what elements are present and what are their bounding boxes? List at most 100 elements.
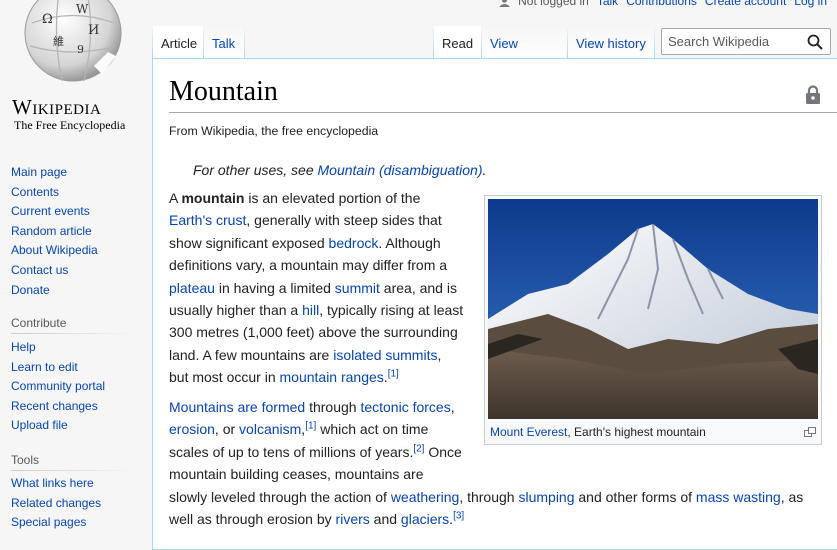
- link-isolated-summits[interactable]: isolated summits: [333, 347, 437, 363]
- contributions-link[interactable]: Contributions: [626, 0, 697, 8]
- sidebar-item-contact-us[interactable]: Contact us: [11, 263, 68, 277]
- create-account-link[interactable]: Create account: [705, 0, 786, 8]
- text: , as: [780, 488, 804, 505]
- link-weathering[interactable]: weathering: [391, 489, 460, 505]
- link-summit[interactable]: summit: [335, 280, 380, 296]
- svg-text:9: 9: [77, 43, 84, 56]
- sidebar-item-special-pages[interactable]: Special pages: [11, 515, 86, 529]
- tab-view-source[interactable]: View source: [482, 26, 567, 87]
- image-caption: Mount Everest, Earth's highest mountain: [490, 425, 706, 439]
- link-mountain-formation[interactable]: Mountains are formed: [169, 399, 305, 415]
- sidebar-item-help[interactable]: Help: [11, 340, 36, 354]
- link-hill[interactable]: hill: [302, 302, 319, 318]
- tab-view-history-label: View history: [576, 36, 646, 51]
- text: scales of up to tens of millions of year…: [169, 443, 414, 460]
- tab-read-label: Read: [442, 36, 474, 51]
- text: , through: [459, 488, 519, 505]
- link-slumping[interactable]: slumping: [518, 489, 574, 505]
- wikipedia-globe-icon: Ω W И 維 9: [24, 0, 122, 82]
- text: mountain building ceases, mountains are: [169, 466, 424, 483]
- mount-everest-image[interactable]: [488, 199, 818, 419]
- svg-text:維: 維: [53, 35, 64, 48]
- sidebar-item-what-links-here[interactable]: What links here: [11, 476, 94, 490]
- text: , typically rising at least: [319, 302, 464, 319]
- hatnote-link-disambiguation[interactable]: Mountain (disambiguation): [318, 162, 483, 178]
- sidebar-item-community-portal[interactable]: Community portal: [11, 379, 105, 393]
- citation-ref-2[interactable]: [2]: [413, 443, 424, 454]
- tab-article[interactable]: Article: [153, 26, 203, 58]
- tab-separator: [654, 26, 655, 58]
- text: but most occur in: [169, 369, 280, 386]
- sidebar-item-current-events[interactable]: Current events: [11, 204, 90, 218]
- svg-text:Ω: Ω: [42, 12, 53, 27]
- link-plateau[interactable]: plateau: [169, 280, 215, 296]
- citation-ref-1[interactable]: [1]: [388, 369, 399, 380]
- tab-article-label: Article: [161, 36, 198, 51]
- text: and other forms of: [574, 488, 696, 505]
- log-in-link[interactable]: Log in: [794, 0, 827, 8]
- hatnote-suffix: .: [482, 162, 487, 178]
- sidebar-item-upload-file[interactable]: Upload file: [11, 418, 68, 432]
- tab-read[interactable]: Read: [434, 26, 481, 58]
- wikipedia-tagline: The Free Encyclopedia: [14, 118, 126, 132]
- text: , generally with steep sides that: [246, 212, 442, 229]
- link-tectonic-forces[interactable]: tectonic forces: [360, 399, 450, 415]
- text: and: [369, 511, 401, 528]
- link-volcanism[interactable]: volcanism: [239, 421, 301, 437]
- link-bedrock[interactable]: bedrock: [329, 235, 379, 251]
- sidebar-item-random-article[interactable]: Random article: [11, 224, 92, 238]
- search-box: [661, 28, 831, 55]
- link-mountain-ranges[interactable]: mountain ranges: [280, 369, 384, 385]
- text: A: [169, 190, 182, 206]
- svg-text:W: W: [76, 2, 89, 16]
- sidebar-item-recent-changes[interactable]: Recent changes: [11, 399, 98, 413]
- link-erosion[interactable]: erosion: [169, 421, 215, 437]
- text: land. A few mountains are: [169, 346, 334, 363]
- site-subtitle: From Wikipedia, the free encyclopedia: [169, 124, 379, 138]
- lock-icon[interactable]: [805, 85, 821, 105]
- caption-text: , Earth's highest mountain: [567, 425, 706, 439]
- tab-view-history[interactable]: View history: [568, 26, 654, 58]
- sidebar-item-related-changes[interactable]: Related changes: [11, 496, 101, 510]
- link-glaciers[interactable]: glaciers: [401, 511, 449, 527]
- text: is an elevated portion of the: [244, 190, 421, 206]
- sidebar-tools: What links here Related changes Special …: [11, 474, 101, 533]
- user-icon: [499, 0, 511, 7]
- caption-link-mount-everest[interactable]: Mount Everest: [490, 425, 567, 439]
- tab-talk-label: Talk: [212, 36, 236, 51]
- sidebar-item-about-wikipedia[interactable]: About Wikipedia: [11, 243, 98, 257]
- sidebar-divider: [11, 333, 137, 334]
- text: . Although: [378, 234, 441, 251]
- wikipedia-logo[interactable]: Ω W И 維 9 Wikipedia The Free Encyclopedi…: [0, 0, 152, 150]
- text: in having a limited: [214, 279, 335, 296]
- infobox-image-frame: Mount Everest, Earth's highest mountain: [484, 195, 822, 445]
- sidebar-divider: [11, 470, 137, 471]
- link-mass-wasting[interactable]: mass wasting: [696, 489, 781, 505]
- text: 300 metres (1,000 feet) above the surrou…: [169, 324, 458, 341]
- not-logged-in-text: Not logged in: [518, 0, 589, 8]
- sidebar-item-contents[interactable]: Contents: [11, 185, 59, 199]
- citation-ref-3[interactable]: [3]: [453, 510, 464, 521]
- tab-talk[interactable]: Talk: [204, 26, 244, 58]
- sidebar-item-donate[interactable]: Donate: [11, 283, 50, 297]
- sidebar-item-main-page[interactable]: Main page: [11, 165, 67, 179]
- sidebar-item-learn-to-edit[interactable]: Learn to edit: [11, 360, 78, 374]
- search-icon[interactable]: [807, 34, 823, 50]
- article-content: Mountain From Wikipedia, the free encycl…: [152, 58, 837, 550]
- tab-separator: [244, 26, 245, 58]
- link-rivers[interactable]: rivers: [336, 511, 370, 527]
- search-input[interactable]: [662, 29, 806, 53]
- link-earths-crust[interactable]: Earth's crust: [169, 212, 246, 228]
- svg-text:И: И: [88, 23, 99, 38]
- personal-talk-link[interactable]: Talk: [597, 0, 618, 8]
- sidebar-heading-tools: Tools: [11, 453, 40, 467]
- text: which act on time: [316, 421, 429, 438]
- sidebar-heading-contribute: Contribute: [11, 316, 67, 330]
- title-divider: [169, 112, 837, 113]
- enlarge-icon[interactable]: [804, 427, 816, 437]
- text: ,: [437, 346, 442, 363]
- citation-ref-1[interactable]: [1]: [305, 421, 316, 432]
- personal-tools: Not logged in Talk Contributions Create …: [499, 0, 827, 8]
- text: slowly leveled through the action of: [169, 488, 391, 505]
- text: , or: [214, 421, 240, 438]
